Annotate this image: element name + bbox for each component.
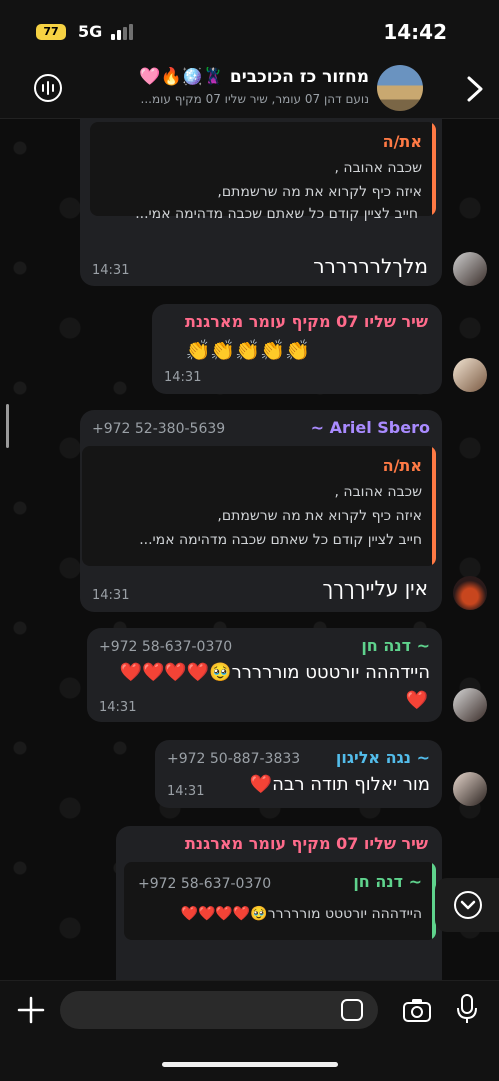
quote-line: שכבה אהובה , — [334, 160, 422, 176]
avatar[interactable] — [453, 252, 487, 286]
sender-name[interactable]: ~ נגה אליגון — [336, 748, 430, 767]
message-bubble[interactable]: את/ה שכבה אהובה , איזה כיף לקרוא את מה ש… — [80, 118, 442, 286]
clock: 14:42 — [383, 20, 447, 44]
message-bubble[interactable]: ~ נגה אליגון +972 50-887-3833 מור יאלוף … — [155, 740, 442, 808]
signal-icon — [111, 24, 135, 40]
battery-icon: 77 — [36, 24, 66, 40]
message-text: ❤️ — [405, 690, 428, 711]
message-bubble[interactable]: ~ דנה חן +972 58-637-0370 היידההה יורטטט… — [87, 628, 442, 722]
quoted-message[interactable]: ~ דנה חן +972 58-637-0370 היידההה יורטטט… — [124, 862, 436, 940]
microphone-icon[interactable] — [456, 993, 478, 1025]
sticker-icon[interactable] — [341, 999, 363, 1021]
quote-line: איזה כיף לקרוא את מה שרשמתם, — [217, 184, 422, 200]
sender-name[interactable]: ~ דנה חן — [361, 636, 430, 655]
quote-sender: ~ דנה חן — [353, 872, 422, 891]
voice-chat-icon[interactable] — [34, 74, 62, 102]
quote-line: היידההה יורטטט מוררררר🥹❤️❤️❤️❤️ — [180, 906, 422, 922]
message-bubble[interactable]: ~ Ariel Sbero +972 52-380-5639 את/ה שכבה… — [80, 410, 442, 612]
sender-phone: +972 58-637-0370 — [138, 876, 272, 892]
chat-title[interactable]: מחזור כז הכוכבים 🦹‍♀️🪩🔥🩷 — [69, 67, 369, 87]
scrollbar[interactable] — [6, 404, 9, 448]
message-time: 14:31 — [167, 784, 205, 799]
quote-line: חייב לציין קודם כל שאתם שכבה מדהימה אמי.… — [139, 532, 422, 548]
sender-phone: +972 58-637-0370 — [99, 639, 233, 655]
message-input[interactable] — [60, 991, 378, 1029]
back-chevron-icon[interactable] — [461, 74, 489, 104]
message-bubble[interactable]: שיר שליו 07 מקיף עומר מארגנת ~ דנה חן +9… — [116, 826, 442, 996]
home-indicator[interactable] — [162, 1062, 338, 1067]
chevron-down-icon — [454, 891, 482, 919]
chat-participants[interactable]: נועם דהן 07 עומר, שיר שליו 07 מקיף עומ..… — [69, 92, 369, 106]
message-text: מור יאלוף תודה רבה❤️ — [249, 774, 430, 795]
scroll-to-bottom-button[interactable] — [435, 878, 499, 932]
sender-name[interactable]: ~ Ariel Sbero — [311, 418, 430, 437]
avatar[interactable] — [453, 358, 487, 392]
message-text: אין עלייךךךך — [322, 576, 428, 600]
message-text: 👏👏👏👏👏 — [185, 338, 310, 362]
message-text: היידההה יורטטט מוררררר🥹❤️❤️❤️❤️ — [119, 662, 430, 683]
chat-header[interactable]: מחזור כז הכוכבים 🦹‍♀️🪩🔥🩷 נועם דהן 07 עומ… — [0, 62, 499, 119]
camera-icon[interactable] — [402, 997, 432, 1023]
message-bubble[interactable]: שיר שליו 07 מקיף עומר מארגנת 👏👏👏👏👏 14:31 — [152, 304, 442, 394]
quote-sender: את/ה — [382, 456, 422, 475]
sender-phone: +972 52-380-5639 — [92, 421, 226, 437]
plus-icon[interactable] — [16, 995, 46, 1025]
quoted-message[interactable]: את/ה שכבה אהובה , איזה כיף לקרוא את מה ש… — [90, 122, 436, 216]
avatar[interactable] — [453, 576, 487, 610]
network-label: 5G — [78, 22, 103, 41]
message-text: מלךלרררררר — [313, 254, 428, 278]
quoted-message[interactable]: את/ה שכבה אהובה , איזה כיף לקרוא את מה ש… — [82, 446, 436, 566]
message-time: 14:31 — [92, 588, 130, 603]
group-avatar[interactable] — [377, 65, 423, 111]
sender-name[interactable]: שיר שליו 07 מקיף עומר מארגנת — [185, 834, 428, 853]
message-time: 14:31 — [164, 370, 202, 385]
quote-line: איזה כיף לקרוא את מה שרשמתם, — [217, 508, 422, 524]
sender-name[interactable]: שיר שליו 07 מקיף עומר מארגנת — [185, 312, 428, 331]
avatar[interactable] — [453, 688, 487, 722]
sender-phone: +972 50-887-3833 — [167, 751, 301, 767]
status-bar: 77 5G 14:42 — [0, 0, 499, 62]
avatar[interactable] — [453, 772, 487, 806]
quote-line: שכבה אהובה , — [334, 484, 422, 500]
message-time: 14:31 — [92, 263, 130, 278]
quote-line: חייב לציין קודם כל שאתם שכבה מדהימה אמי.… — [135, 206, 418, 222]
quote-sender: את/ה — [382, 132, 422, 151]
message-time: 14:31 — [99, 700, 137, 715]
